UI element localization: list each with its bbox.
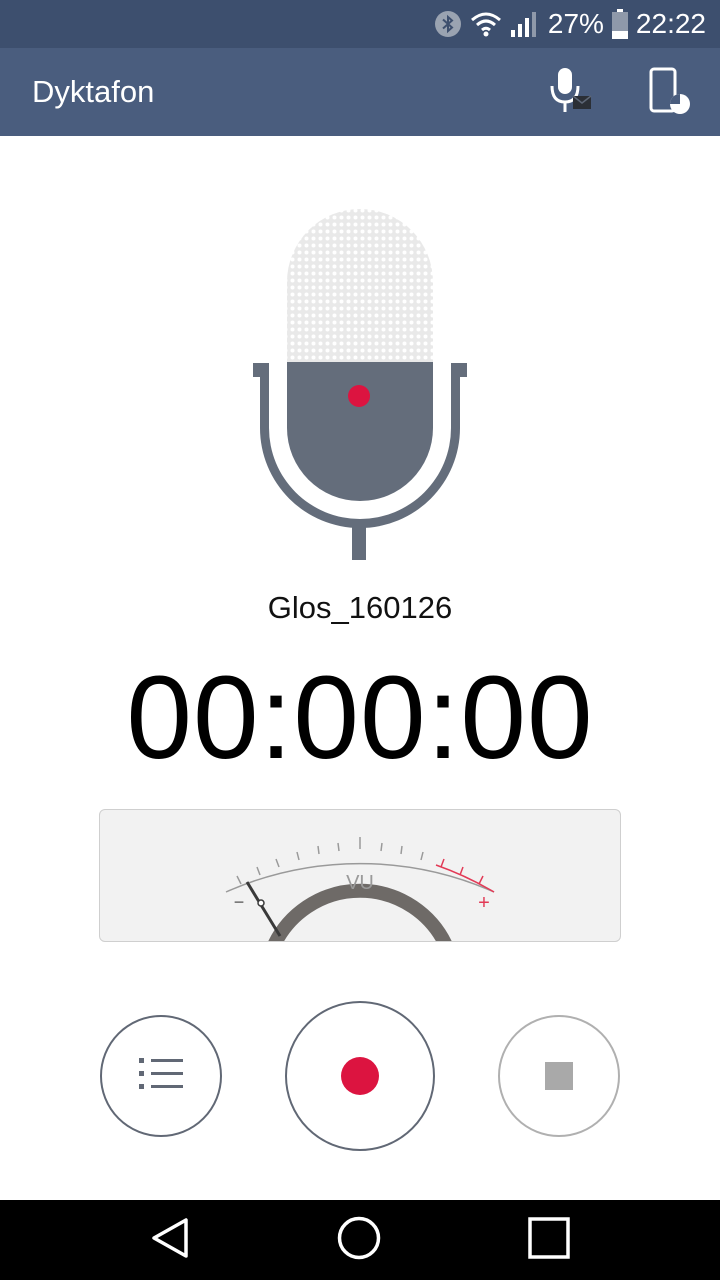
- status-time: 22:22: [635, 8, 706, 39]
- status-icons: 27% 22:22: [434, 0, 706, 48]
- phone-settings-icon: [640, 64, 696, 125]
- recents-button[interactable]: [519, 1210, 579, 1270]
- microphone-illustration: [240, 200, 480, 575]
- stop-icon: [545, 1062, 573, 1090]
- mic-share-button[interactable]: [541, 66, 597, 122]
- wifi-icon: [470, 11, 502, 37]
- home-icon: [336, 1215, 382, 1266]
- navigation-bar: [0, 1200, 720, 1280]
- battery-icon: [611, 9, 628, 39]
- record-button[interactable]: [285, 1001, 435, 1151]
- recents-icon: [527, 1216, 571, 1265]
- record-icon: [341, 1057, 379, 1095]
- battery-percent: 27%: [547, 8, 604, 39]
- vu-minus-label: −: [234, 892, 245, 912]
- phone-settings-button[interactable]: [640, 66, 696, 122]
- mic-share-icon: [541, 64, 597, 125]
- vu-plus-label: +: [478, 892, 490, 914]
- home-button[interactable]: [329, 1210, 389, 1270]
- list-icon: [139, 1057, 183, 1096]
- recording-timer: 00:00:00: [126, 652, 594, 784]
- recordings-list-button[interactable]: [100, 1015, 222, 1137]
- vu-label: VU: [346, 872, 374, 894]
- back-button[interactable]: [140, 1210, 200, 1270]
- signal-icon: [510, 10, 540, 38]
- recording-file-name: Glos_160126: [267, 590, 453, 625]
- status-bar: 27% 22:22: [0, 0, 720, 48]
- stop-button[interactable]: [498, 1015, 620, 1137]
- vu-meter: − + VU: [99, 809, 621, 942]
- bluetooth-icon: [434, 10, 462, 38]
- app-bar: Dyktafon: [0, 48, 720, 136]
- back-icon: [148, 1216, 192, 1265]
- app-title: Dyktafon: [32, 74, 155, 109]
